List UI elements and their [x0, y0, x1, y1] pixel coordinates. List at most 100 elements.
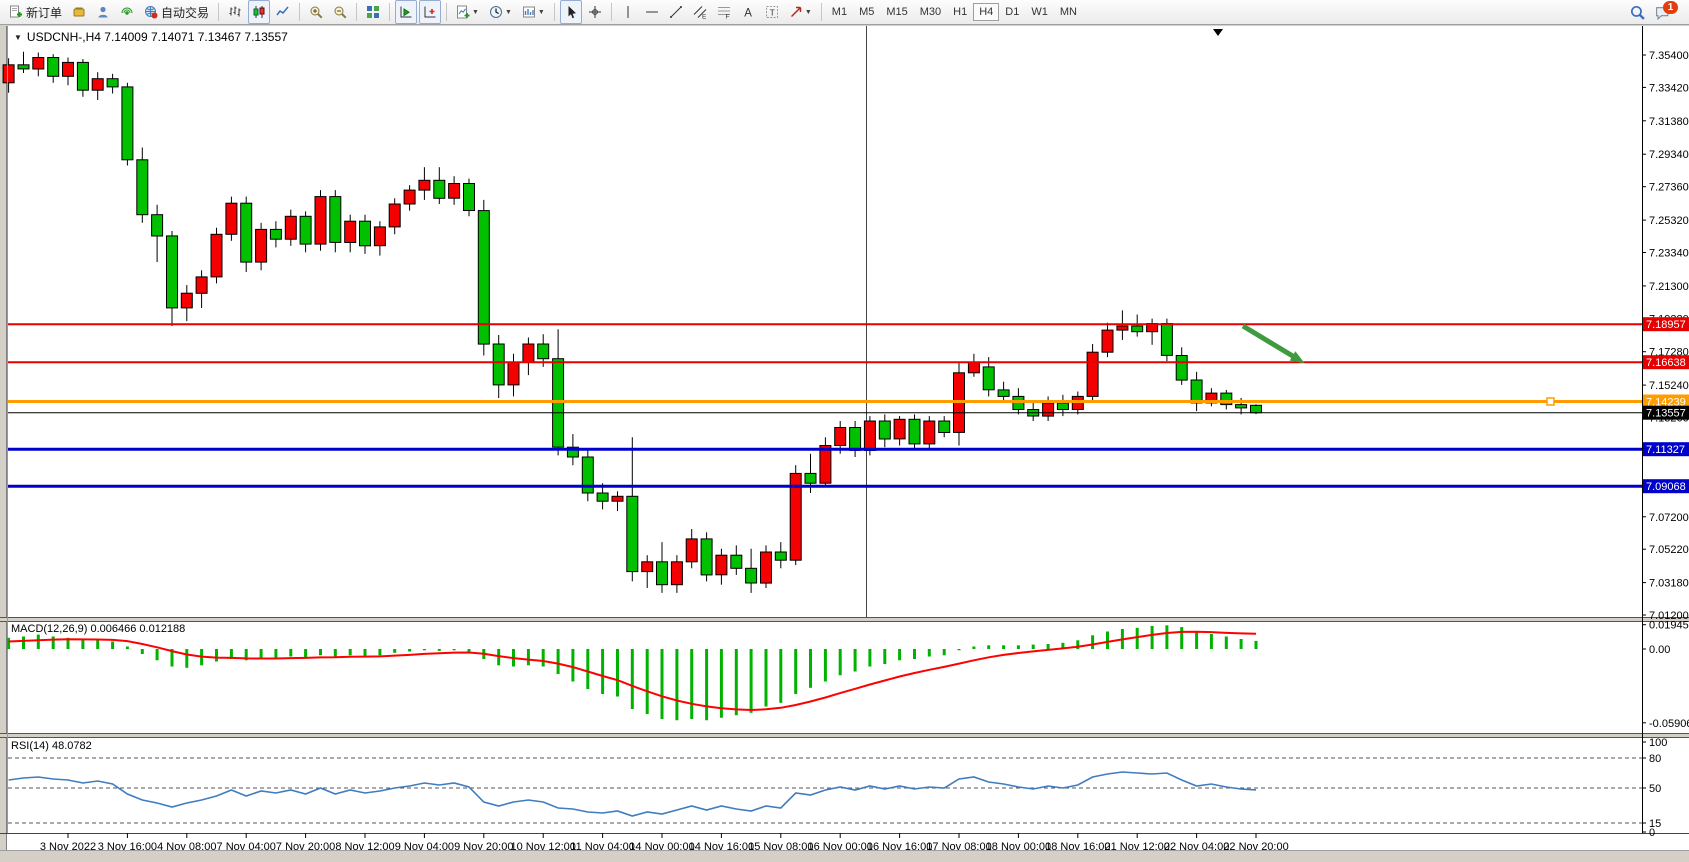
price-tick-label: 7.15240: [1649, 380, 1689, 392]
arrows-icon: [789, 5, 803, 19]
candle: [879, 421, 890, 439]
candle: [434, 180, 445, 198]
dropdown-arrow-icon: ▼: [805, 9, 812, 16]
price-tick-label: 7.27360: [1649, 182, 1689, 194]
candle: [894, 419, 905, 439]
candle: [360, 221, 371, 246]
new-order-button[interactable]: 新订单: [5, 0, 66, 24]
rsi-axis-label: 50: [1649, 783, 1661, 795]
candle: [746, 568, 757, 583]
candle: [657, 562, 668, 585]
zoom-out-button[interactable]: [329, 0, 351, 24]
time-tick-label: 15 Nov 08:00: [748, 841, 813, 850]
candle: [256, 229, 267, 262]
periods-button[interactable]: ▼: [485, 0, 516, 24]
candle: [449, 184, 460, 199]
crosshair-button[interactable]: [584, 0, 606, 24]
candle: [939, 421, 950, 433]
candle: [1132, 326, 1143, 332]
indicators-button[interactable]: ▼: [452, 0, 483, 24]
candle: [3, 65, 14, 83]
fibonacci-button[interactable]: F: [713, 0, 735, 24]
timeframe-m1-button[interactable]: M1: [826, 3, 853, 21]
text-button[interactable]: A: [737, 0, 759, 24]
timeframe-m15-button[interactable]: M15: [880, 3, 913, 21]
candle: [77, 62, 88, 90]
tile-windows-button[interactable]: [362, 0, 384, 24]
zoom-out-icon: [333, 5, 347, 19]
trendline-button[interactable]: [665, 0, 687, 24]
candle: [300, 216, 311, 244]
time-tick-label: 7 Nov 04:00: [217, 841, 276, 850]
notifications-button[interactable]: 1: [1651, 0, 1682, 24]
candle: [835, 428, 846, 446]
terminal-button[interactable]: [92, 0, 114, 24]
svg-text:A: A: [744, 8, 752, 20]
zoom-in-button[interactable]: [305, 0, 327, 24]
toolbar-separator: [446, 3, 447, 21]
templates-button[interactable]: ▼: [518, 0, 549, 24]
candle: [716, 555, 727, 575]
price-axis[interactable]: 7.354007.334207.313807.293407.273607.253…: [1642, 26, 1689, 833]
vertical-line-button[interactable]: [617, 0, 639, 24]
horizontal-line-button[interactable]: [641, 0, 663, 24]
chart-shift-button[interactable]: [419, 0, 441, 24]
candle: [968, 362, 979, 373]
time-tick-label: 14 Nov 00:00: [629, 841, 694, 850]
time-tick-label: 18 Nov 16:00: [1045, 841, 1110, 850]
rsi-axis-label: 100: [1649, 737, 1667, 749]
bars-chart-button[interactable]: [224, 0, 246, 24]
price-line-label: 7.11327: [1643, 442, 1689, 456]
time-tick-label: 9 Nov 04:00: [395, 841, 454, 850]
price-line-label: 7.13557: [1643, 406, 1689, 420]
candle: [775, 552, 786, 560]
timeframe-m30-button[interactable]: M30: [914, 3, 947, 21]
market-profile-button[interactable]: [68, 0, 90, 24]
line-handle[interactable]: [1547, 398, 1554, 405]
timeframe-h4-button[interactable]: H4: [973, 3, 999, 21]
time-tick-label: 4 Nov 08:00: [157, 841, 216, 850]
signals-icon: [120, 5, 134, 19]
candle: [122, 87, 133, 160]
autotrade-button[interactable]: 自动交易: [140, 0, 213, 24]
timeframe-m5-button[interactable]: M5: [853, 3, 880, 21]
candle: [92, 79, 103, 91]
price-tick-label: 7.35400: [1649, 50, 1689, 62]
arrow-object[interactable]: [1243, 326, 1296, 358]
timeframe-mn-button[interactable]: MN: [1054, 3, 1083, 21]
new-order-button-label: 新订单: [26, 4, 62, 21]
candle: [493, 344, 504, 385]
shift-b-icon: [423, 5, 437, 19]
candles-chart-button[interactable]: [248, 0, 270, 24]
price-tick-label: 7.05220: [1649, 544, 1689, 556]
signals-button[interactable]: [116, 0, 138, 24]
timeframe-d1-button[interactable]: D1: [999, 3, 1025, 21]
status-bar: [0, 850, 1689, 862]
search-button[interactable]: [1626, 0, 1649, 24]
channel-button[interactable]: E: [689, 0, 711, 24]
chart-symbol-period: USDCNH-,H4: [27, 30, 101, 44]
channel-icon: E: [693, 5, 707, 19]
timeframe-w1-button[interactable]: W1: [1025, 3, 1054, 21]
time-tick-label: 16 Nov 16:00: [867, 841, 932, 850]
label-button[interactable]: T: [761, 0, 783, 24]
chart-shift-marker[interactable]: [1213, 29, 1223, 36]
svg-text:7.13557: 7.13557: [1646, 408, 1686, 420]
indicators-icon: [456, 5, 470, 19]
candle: [642, 562, 653, 572]
timeframe-h1-button[interactable]: H1: [947, 3, 973, 21]
window-menu-icon[interactable]: ▼: [14, 33, 22, 42]
cursor-button[interactable]: [560, 0, 582, 24]
candle: [167, 236, 178, 308]
chart-canvas[interactable]: 7.354007.334207.313807.293407.273607.253…: [0, 26, 1689, 850]
arrows-button[interactable]: ▼: [785, 0, 816, 24]
svg-text:F: F: [725, 14, 729, 20]
time-axis[interactable]: 3 Nov 20223 Nov 16:004 Nov 08:007 Nov 04…: [40, 833, 1289, 850]
line-chart-button[interactable]: [272, 0, 294, 24]
text-a-icon: A: [741, 5, 755, 19]
auto-scroll-button[interactable]: [395, 0, 417, 24]
toolbar-separator: [611, 3, 612, 21]
candle: [998, 390, 1009, 397]
candle: [33, 58, 44, 70]
chart-title: ▼USDCNH-,H4 7.14009 7.14071 7.13467 7.13…: [14, 30, 288, 44]
